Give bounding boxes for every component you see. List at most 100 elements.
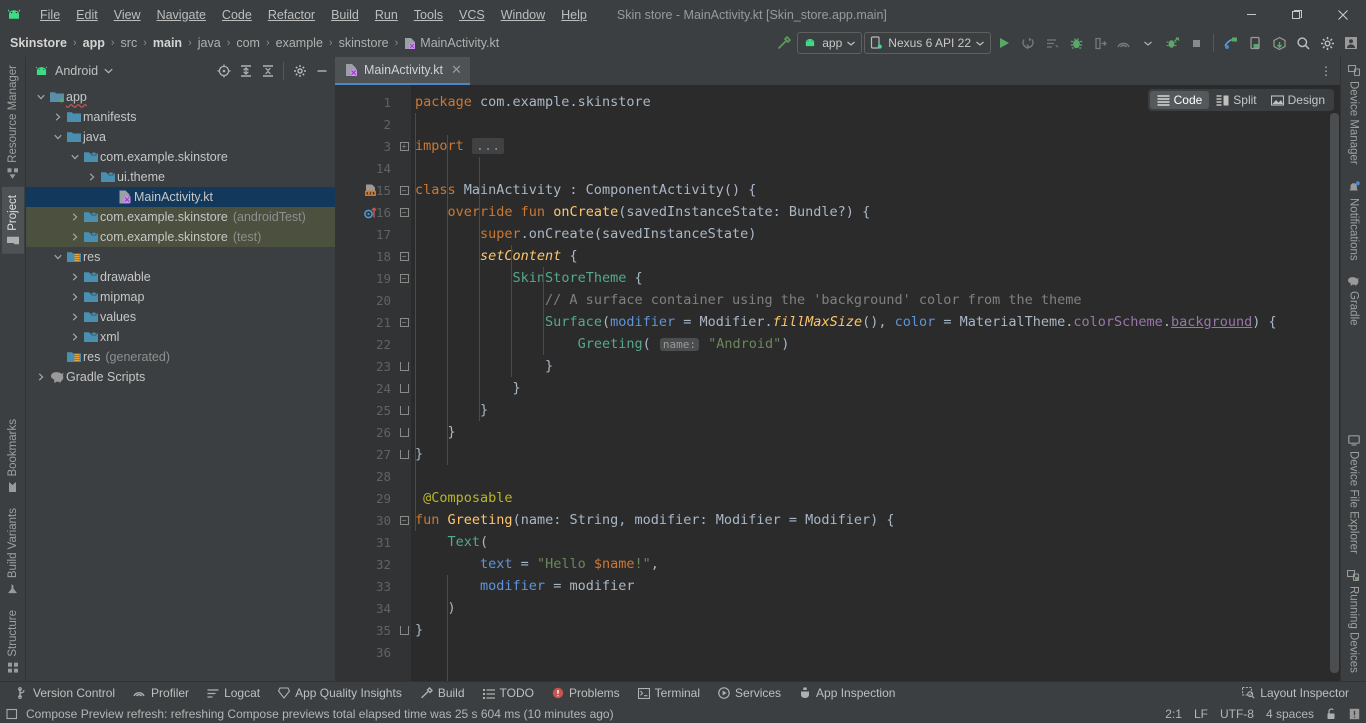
- more-options-icon[interactable]: ⋮: [1316, 60, 1336, 82]
- fold-toggle-icon[interactable]: −: [399, 251, 409, 261]
- breadcrumb-item-example[interactable]: example: [272, 34, 327, 52]
- line-number[interactable]: 28: [335, 465, 397, 487]
- breadcrumb-item-app[interactable]: app: [79, 34, 109, 52]
- tree-item[interactable]: drawable: [26, 267, 335, 287]
- menu-help[interactable]: Help: [553, 5, 595, 25]
- tool-window-app-quality-insights[interactable]: App Quality Insights: [269, 684, 411, 702]
- search-icon[interactable]: [1292, 32, 1314, 54]
- code-line[interactable]: // A surface container using the 'backgr…: [411, 289, 1340, 311]
- chevron-right-icon[interactable]: [68, 313, 82, 321]
- device-mirroring-button[interactable]: [1244, 32, 1266, 54]
- close-button[interactable]: [1320, 0, 1366, 29]
- line-number[interactable]: 34: [335, 597, 397, 619]
- close-icon[interactable]: ✕: [451, 62, 462, 78]
- fold-marker[interactable]: −: [397, 201, 411, 223]
- code-line[interactable]: SkinStoreTheme {: [411, 267, 1340, 289]
- breadcrumb-item-java[interactable]: java: [194, 34, 225, 52]
- caret-position[interactable]: 2:1: [1165, 707, 1182, 721]
- tree-item[interactable]: MainActivity.kt: [26, 187, 335, 207]
- line-number[interactable]: 31: [335, 531, 397, 553]
- view-mode-code[interactable]: Code: [1149, 91, 1210, 109]
- chevron-right-icon[interactable]: [68, 293, 82, 301]
- device-selector[interactable]: Nexus 6 API 22: [864, 32, 991, 54]
- code-line[interactable]: }: [411, 377, 1340, 399]
- chevron-down-icon[interactable]: [51, 133, 65, 141]
- tree-item[interactable]: Gradle Scripts: [26, 367, 335, 387]
- code-line[interactable]: [411, 465, 1340, 487]
- sidebar-item-resource-manager[interactable]: Resource Manager: [2, 57, 24, 187]
- tool-window-layout-inspector[interactable]: Layout Inspector: [1233, 684, 1358, 702]
- tree-item[interactable]: app: [26, 87, 335, 107]
- breadcrumb-item-skinstore[interactable]: Skinstore: [6, 34, 71, 52]
- fold-region-end-icon[interactable]: [399, 625, 409, 635]
- apply-code-changes-button[interactable]: [1041, 32, 1063, 54]
- project-tree[interactable]: app manifests java com.example.skinstore ui.…: [26, 85, 335, 681]
- menu-run[interactable]: Run: [367, 5, 406, 25]
- tool-window-terminal[interactable]: Terminal: [629, 684, 709, 702]
- sidebar-item-bookmarks[interactable]: Bookmarks: [2, 411, 24, 501]
- tree-item[interactable]: manifests: [26, 107, 335, 127]
- tree-item[interactable]: xml: [26, 327, 335, 347]
- run-button[interactable]: [993, 32, 1015, 54]
- sidebar-item-gradle[interactable]: Gradle: [1342, 268, 1365, 334]
- fold-toggle-icon[interactable]: −: [399, 185, 409, 195]
- breadcrumb-item-com[interactable]: com: [232, 34, 264, 52]
- line-number[interactable]: 26: [335, 421, 397, 443]
- editor-scrollbar[interactable]: [1326, 85, 1340, 681]
- code-text[interactable]: package com.example.skinstore import ... c…: [411, 85, 1340, 681]
- fold-marker[interactable]: [397, 443, 411, 465]
- maximize-button[interactable]: [1274, 0, 1320, 29]
- code-line[interactable]: [411, 641, 1340, 663]
- line-number[interactable]: 16: [335, 201, 397, 223]
- fold-marker[interactable]: −: [397, 267, 411, 289]
- fold-toggle-icon[interactable]: −: [399, 515, 409, 525]
- chevron-right-icon[interactable]: [85, 173, 99, 181]
- fold-region-end-icon[interactable]: [399, 405, 409, 415]
- line-number[interactable]: 19: [335, 267, 397, 289]
- attach-debugger-button[interactable]: [1089, 32, 1111, 54]
- breadcrumb-item-main[interactable]: main: [149, 34, 186, 52]
- breadcrumb-item-file[interactable]: MainActivity.kt: [400, 34, 503, 52]
- line-number[interactable]: 29: [335, 487, 397, 509]
- line-number[interactable]: 27: [335, 443, 397, 465]
- fold-marker[interactable]: −: [397, 245, 411, 267]
- tree-item[interactable]: ui.theme: [26, 167, 335, 187]
- tree-item[interactable]: values: [26, 307, 335, 327]
- tool-window-build[interactable]: Build: [411, 684, 474, 702]
- code-line[interactable]: setContent {: [411, 245, 1340, 267]
- line-number-gutter[interactable]: 1 2 3 14 15 16 17 18 19 20 21 22 23 24 25 26 27 28 29 30 31 3…: [335, 85, 397, 681]
- tree-item[interactable]: res (generated): [26, 347, 335, 367]
- tree-item[interactable]: com.example.skinstore (androidTest): [26, 207, 335, 227]
- fold-marker[interactable]: [397, 355, 411, 377]
- fold-toggle-icon[interactable]: −: [399, 207, 409, 217]
- select-opened-file-icon[interactable]: [213, 61, 234, 82]
- fold-region-end-icon[interactable]: [399, 361, 409, 371]
- override-method-icon[interactable]: [363, 205, 378, 220]
- chevron-right-icon[interactable]: [68, 213, 82, 221]
- run-coverage-button[interactable]: [1161, 32, 1183, 54]
- account-icon[interactable]: [1340, 32, 1362, 54]
- sdk-manager-button[interactable]: [1268, 32, 1290, 54]
- code-folding-column[interactable]: + − − − − − −: [397, 85, 411, 681]
- line-number[interactable]: 3: [335, 135, 397, 157]
- line-number[interactable]: 25: [335, 399, 397, 421]
- line-number[interactable]: 32: [335, 553, 397, 575]
- stop-button[interactable]: [1185, 32, 1207, 54]
- chevron-right-icon[interactable]: [68, 333, 82, 341]
- line-number[interactable]: 33: [335, 575, 397, 597]
- code-line[interactable]: modifier = modifier: [411, 575, 1340, 597]
- code-line[interactable]: text = "Hello $name !",: [411, 553, 1340, 575]
- tree-item[interactable]: res: [26, 247, 335, 267]
- line-number[interactable]: 17: [335, 223, 397, 245]
- fold-marker[interactable]: +: [397, 135, 411, 157]
- tree-item[interactable]: mipmap: [26, 287, 335, 307]
- line-number[interactable]: 20: [335, 289, 397, 311]
- tool-window-problems[interactable]: Problems: [543, 684, 629, 702]
- sidebar-item-structure[interactable]: Structure: [2, 602, 24, 681]
- code-line[interactable]: fun Greeting (name: String, modifier: Mod…: [411, 509, 1340, 531]
- fold-toggle-icon[interactable]: +: [399, 141, 409, 151]
- chevron-down-icon[interactable]: [1137, 32, 1159, 54]
- debug-button[interactable]: [1065, 32, 1087, 54]
- chevron-down-icon[interactable]: [51, 253, 65, 261]
- code-line[interactable]: @Composable: [411, 487, 1340, 509]
